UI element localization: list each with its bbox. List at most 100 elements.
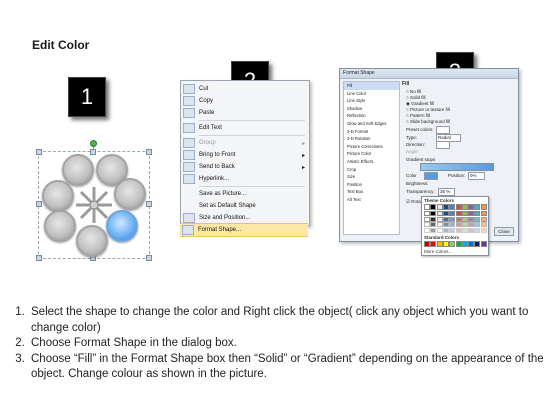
- theme-shade-swatch[interactable]: [468, 211, 475, 216]
- standard-color-swatch[interactable]: [424, 241, 430, 247]
- category-line-style[interactable]: Line Style: [344, 97, 399, 105]
- menu-item-bring-to-front[interactable]: Bring to Front ▸: [181, 149, 309, 161]
- theme-shade-swatch[interactable]: [436, 227, 443, 233]
- category-glow[interactable]: Glow and Soft Edges: [344, 120, 399, 128]
- theme-shade-swatch[interactable]: [442, 216, 449, 222]
- theme-shade-swatch[interactable]: [461, 216, 468, 222]
- theme-color-swatch[interactable]: [474, 204, 481, 210]
- option-solid-fill[interactable]: ○ Solid fill: [406, 95, 425, 100]
- theme-color-swatch[interactable]: [436, 204, 443, 210]
- resize-handle-l[interactable]: [36, 201, 42, 207]
- rotation-handle[interactable]: [90, 140, 97, 147]
- theme-shade-swatch[interactable]: [449, 216, 456, 222]
- standard-color-swatch[interactable]: [430, 241, 437, 247]
- theme-shade-swatch[interactable]: [461, 227, 468, 233]
- resize-handle-r[interactable]: [146, 201, 152, 207]
- circle-shape[interactable]: [114, 178, 146, 210]
- theme-shade-swatch[interactable]: [424, 211, 430, 216]
- theme-shade-swatch[interactable]: [480, 211, 487, 216]
- theme-shade-swatch[interactable]: [468, 216, 475, 222]
- menu-item-hyperlink[interactable]: Hyperlink...: [181, 173, 309, 185]
- theme-shade-swatch[interactable]: [449, 227, 456, 233]
- option-slide-background-fill[interactable]: ○ Slide background fill: [406, 119, 450, 124]
- theme-shade-swatch[interactable]: [449, 222, 456, 227]
- option-no-fill[interactable]: ○ No fill: [406, 89, 421, 94]
- theme-shade-swatch[interactable]: [442, 227, 449, 233]
- standard-color-swatch[interactable]: [442, 241, 449, 247]
- theme-shade-swatch[interactable]: [436, 211, 443, 216]
- theme-color-swatch[interactable]: [468, 204, 475, 210]
- theme-shade-swatch[interactable]: [436, 222, 443, 227]
- theme-shade-swatch[interactable]: [442, 211, 449, 216]
- theme-color-swatch[interactable]: [449, 204, 456, 210]
- gradient-bar[interactable]: [420, 163, 494, 171]
- theme-color-swatch[interactable]: [480, 204, 487, 210]
- theme-shade-swatch[interactable]: [424, 222, 430, 227]
- option-pattern-fill[interactable]: ○ Pattern fill: [406, 113, 430, 118]
- category-text-box[interactable]: Text Box: [344, 188, 399, 196]
- theme-shade-swatch[interactable]: [436, 216, 443, 222]
- category-3d-rotation[interactable]: 3-D Rotation: [344, 135, 399, 143]
- category-line-color[interactable]: Line Color: [344, 90, 399, 98]
- standard-color-swatch[interactable]: [461, 241, 468, 247]
- theme-shade-swatch[interactable]: [468, 222, 475, 227]
- theme-shade-swatch[interactable]: [455, 227, 462, 233]
- selected-circle-shape[interactable]: [106, 210, 138, 242]
- theme-shade-swatch[interactable]: [461, 222, 468, 227]
- theme-shade-swatch[interactable]: [424, 227, 430, 233]
- category-3d-format[interactable]: 3-D Format: [344, 128, 399, 136]
- category-shadow[interactable]: Shadow: [344, 105, 399, 113]
- menu-item-group[interactable]: Group ▸: [181, 137, 309, 149]
- resize-handle-tl[interactable]: [36, 149, 42, 155]
- theme-shade-swatch[interactable]: [430, 222, 437, 227]
- theme-shade-swatch[interactable]: [449, 211, 456, 216]
- category-artistic-effects[interactable]: Artistic Effects: [344, 158, 399, 166]
- theme-shade-swatch[interactable]: [468, 227, 475, 233]
- circle-shape[interactable]: [62, 154, 94, 186]
- theme-shade-swatch[interactable]: [442, 222, 449, 227]
- theme-shade-swatch[interactable]: [455, 211, 462, 216]
- menu-item-set-default-shape[interactable]: Set as Default Shape: [181, 200, 309, 212]
- category-size[interactable]: Size: [344, 173, 399, 181]
- theme-shade-swatch[interactable]: [480, 222, 487, 227]
- standard-color-swatch[interactable]: [474, 241, 481, 247]
- circle-shape[interactable]: [42, 180, 74, 212]
- menu-item-cut[interactable]: Cut: [181, 83, 309, 95]
- theme-shade-swatch[interactable]: [474, 211, 481, 216]
- resize-handle-t[interactable]: [90, 149, 96, 155]
- theme-color-swatch[interactable]: [461, 204, 468, 210]
- theme-color-swatch[interactable]: [430, 204, 437, 210]
- standard-color-swatch[interactable]: [480, 241, 487, 247]
- color-picker-button[interactable]: [424, 172, 438, 180]
- standard-color-swatch[interactable]: [455, 241, 462, 247]
- theme-shade-swatch[interactable]: [474, 222, 481, 227]
- menu-item-size-position[interactable]: Size and Position...: [181, 212, 309, 223]
- circle-shape[interactable]: [76, 225, 108, 257]
- theme-color-swatch[interactable]: [442, 204, 449, 210]
- category-alt-text[interactable]: Alt Text: [344, 196, 399, 204]
- theme-shade-swatch[interactable]: [430, 216, 437, 222]
- category-picture-color[interactable]: Picture Color: [344, 150, 399, 158]
- position-input[interactable]: 0%: [468, 172, 485, 180]
- theme-shade-swatch[interactable]: [474, 227, 481, 233]
- theme-shade-swatch[interactable]: [455, 222, 462, 227]
- direction-dropdown[interactable]: [436, 141, 450, 149]
- resize-handle-tr[interactable]: [146, 149, 152, 155]
- theme-shade-swatch[interactable]: [461, 211, 468, 216]
- menu-item-paste[interactable]: Paste: [181, 107, 309, 119]
- standard-color-swatch[interactable]: [449, 241, 456, 247]
- theme-shade-swatch[interactable]: [455, 216, 462, 222]
- transparency-input[interactable]: 36 %: [438, 188, 455, 196]
- theme-shade-swatch[interactable]: [480, 227, 487, 233]
- resize-handle-bl[interactable]: [36, 255, 42, 261]
- circle-shape[interactable]: [44, 210, 76, 242]
- close-button[interactable]: Close: [494, 227, 514, 236]
- category-picture-corrections[interactable]: Picture Corrections: [344, 143, 399, 151]
- standard-color-swatch[interactable]: [436, 241, 443, 247]
- menu-item-send-to-back[interactable]: Send to Back ▸: [181, 161, 309, 173]
- shape-selection-panel[interactable]: [36, 140, 152, 261]
- category-crop[interactable]: Crop: [344, 166, 399, 174]
- theme-shade-swatch[interactable]: [480, 216, 487, 222]
- theme-color-swatch[interactable]: [455, 204, 462, 210]
- theme-shade-swatch[interactable]: [430, 227, 437, 233]
